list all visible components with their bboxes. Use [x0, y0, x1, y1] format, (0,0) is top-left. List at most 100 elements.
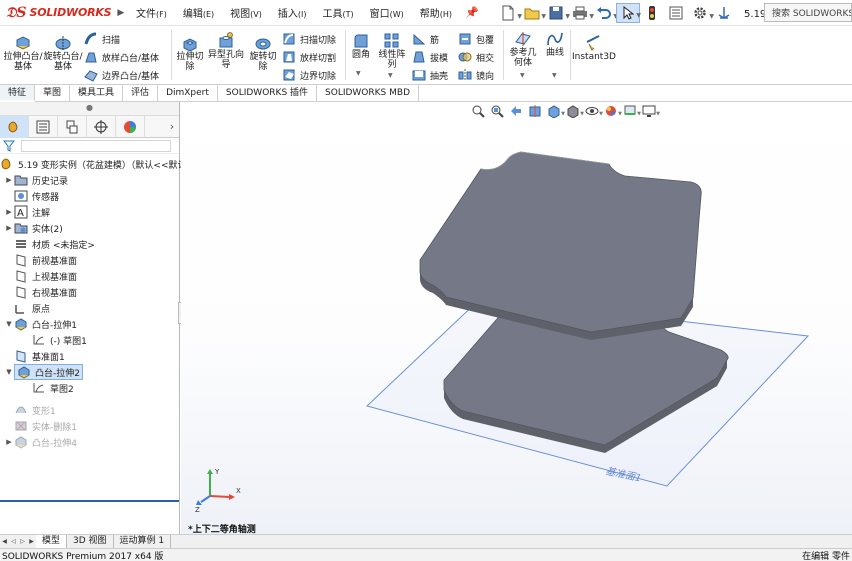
- tab-mbd[interactable]: SOLIDWORKS MBD: [317, 85, 419, 102]
- expand-arrow-icon[interactable]: ▶: [4, 224, 14, 232]
- tree-item-annotations[interactable]: ▶ A 注解: [0, 204, 179, 220]
- zoom-to-area-icon[interactable]: [488, 103, 505, 119]
- tab-features[interactable]: 特征: [0, 85, 36, 102]
- fillet-dropdown-icon[interactable]: ▼: [356, 70, 361, 77]
- previous-view-icon[interactable]: [507, 103, 524, 119]
- graphics-area[interactable]: 基准面1 ▼ ▼ ▼ ▼ ▼ ▼ Y X Z *上下二等角轴测: [181, 102, 852, 534]
- tree-item-right-plane[interactable]: 右视基准面: [0, 284, 179, 300]
- mirror-button[interactable]: 镜向: [458, 66, 494, 84]
- traffic-light-icon[interactable]: [640, 3, 664, 23]
- expand-arrow-icon[interactable]: ▼: [4, 320, 14, 328]
- options-gear-icon[interactable]: ▼: [688, 3, 714, 23]
- linear-pattern-button[interactable]: 线性阵列: [376, 32, 408, 70]
- menu-help[interactable]: 帮助(H): [412, 5, 460, 20]
- anchor-icon[interactable]: [712, 3, 736, 23]
- prev-tab-arrow-icon[interactable]: ◁: [9, 538, 18, 545]
- revolve-boss-button[interactable]: 旋转凸台/基体: [43, 34, 83, 72]
- menu-edit[interactable]: 编辑(E): [175, 5, 222, 20]
- shell-button[interactable]: 抽壳: [412, 66, 448, 84]
- pin-menu-icon[interactable]: 📌: [464, 6, 480, 19]
- view-orientation-icon[interactable]: ▼: [545, 103, 565, 119]
- view-settings-icon[interactable]: ▼: [640, 103, 660, 119]
- feature-manager-tab[interactable]: [0, 116, 29, 138]
- pattern-dropdown-icon[interactable]: ▼: [388, 72, 393, 79]
- menu-view[interactable]: 视图(V): [222, 5, 270, 20]
- next-tab-arrow-icon[interactable]: ▷: [18, 538, 27, 545]
- tree-item-material[interactable]: 材质 <未指定>: [0, 236, 179, 252]
- tree-item-origin[interactable]: 原点: [0, 300, 179, 316]
- tree-item-boss-extrude2[interactable]: ▼ 凸台-拉伸2: [0, 364, 179, 380]
- rib-button[interactable]: 筋: [412, 30, 439, 48]
- section-view-icon[interactable]: [526, 103, 543, 119]
- tree-item-sketch2[interactable]: 草图2: [0, 380, 179, 396]
- draft-button[interactable]: 拔模: [412, 48, 448, 66]
- tab-evaluate[interactable]: 评估: [123, 85, 159, 102]
- new-document-icon[interactable]: ▼: [496, 3, 522, 23]
- menu-insert[interactable]: 插入(I): [270, 5, 315, 20]
- tab-motion-study[interactable]: 运动算例 1: [114, 534, 172, 549]
- tab-addins[interactable]: SOLIDWORKS 插件: [218, 85, 318, 102]
- loft-button[interactable]: 放样凸台/基体: [84, 48, 159, 66]
- expand-arrow-icon[interactable]: ▶: [4, 176, 14, 184]
- menu-file[interactable]: 文件(F): [128, 5, 175, 20]
- configuration-manager-tab[interactable]: [58, 116, 87, 138]
- expand-arrow-icon[interactable]: ▶: [4, 438, 14, 446]
- tab-dimxpert[interactable]: DimXpert: [158, 85, 218, 102]
- menu-tools[interactable]: 工具(T): [314, 5, 361, 20]
- edit-appearance-icon[interactable]: ▼: [602, 103, 622, 119]
- tab-sketch[interactable]: 草图: [35, 85, 71, 102]
- hole-wizard-button[interactable]: 异型孔向导: [208, 32, 244, 70]
- rollback-bar[interactable]: [0, 500, 179, 502]
- display-style-icon[interactable]: ▼: [564, 103, 584, 119]
- tree-item-solid-bodies[interactable]: ▶ 实体(2): [0, 220, 179, 236]
- tree-root-part[interactable]: 5.19 变形实例（花盆建模）（默认<<默认: [0, 156, 186, 172]
- filter-input[interactable]: [21, 139, 171, 152]
- tree-item-boss-extrude1[interactable]: ▼ 凸台-拉伸1: [0, 316, 179, 332]
- file-properties-icon[interactable]: [664, 3, 688, 23]
- curves-button[interactable]: 曲线: [542, 30, 568, 58]
- fillet-button[interactable]: 圆角: [348, 32, 374, 60]
- swept-cut-button[interactable]: 扫描切除: [282, 30, 336, 48]
- tree-item-history[interactable]: ▶ 历史记录: [0, 172, 179, 188]
- reference-geometry-button[interactable]: 参考几何体: [506, 30, 540, 68]
- apply-scene-icon[interactable]: ▼: [621, 103, 641, 119]
- boundary-boss-button[interactable]: 边界凸台/基体: [84, 66, 159, 84]
- property-manager-tab[interactable]: [29, 116, 58, 138]
- tree-item-delete-body1[interactable]: 实体-删除1: [0, 418, 179, 434]
- lofted-cut-button[interactable]: 放样切割: [282, 48, 336, 66]
- boundary-cut-button[interactable]: 边界切除: [282, 66, 336, 84]
- extrude-cut-button[interactable]: 拉伸切除: [173, 34, 207, 72]
- refgeom-dropdown-icon[interactable]: ▼: [520, 72, 525, 79]
- extrude-boss-button[interactable]: 拉伸凸台/基体: [3, 34, 43, 72]
- expand-arrow-icon[interactable]: ▶: [4, 208, 14, 216]
- tree-item-sketch1[interactable]: (-) 草图1: [0, 332, 179, 348]
- tree-item-plane1[interactable]: 基准面1: [0, 348, 179, 364]
- instant3d-button[interactable]: Instant3D: [572, 34, 616, 62]
- undo-icon[interactable]: ▼: [592, 3, 618, 23]
- dimxpert-manager-tab[interactable]: [87, 116, 116, 138]
- tab-mold-tools[interactable]: 模具工具: [70, 85, 124, 102]
- print-icon[interactable]: ▼: [568, 3, 594, 23]
- tree-item-boss-extrude4[interactable]: ▶ 凸台-拉伸4: [0, 434, 179, 450]
- tree-item-front-plane[interactable]: 前视基准面: [0, 252, 179, 268]
- tree-item-sensors[interactable]: 传感器: [0, 188, 179, 204]
- curves-dropdown-icon[interactable]: ▼: [552, 72, 557, 79]
- solidworks-logo[interactable]: 𝔇S SOLIDWORKS ▶: [0, 0, 128, 26]
- intersect-button[interactable]: 相交: [458, 48, 494, 66]
- sweep-button[interactable]: 扫描: [84, 30, 120, 48]
- save-icon[interactable]: ▼: [544, 3, 570, 23]
- wrap-button[interactable]: 包覆: [458, 30, 494, 48]
- hide-show-items-icon[interactable]: ▼: [583, 103, 603, 119]
- open-folder-icon[interactable]: ▼: [520, 3, 546, 23]
- tree-item-deform1[interactable]: 变形1: [0, 402, 179, 418]
- menu-window[interactable]: 窗口(W): [362, 5, 412, 20]
- tree-filter[interactable]: [0, 138, 179, 154]
- panel-expand-arrow-icon[interactable]: ›: [165, 116, 179, 137]
- select-arrow-icon[interactable]: ▼: [616, 2, 641, 23]
- zoom-to-fit-icon[interactable]: [469, 103, 486, 119]
- tab-3d-views[interactable]: 3D 视图: [67, 534, 114, 549]
- panel-handle[interactable]: ●: [0, 102, 179, 116]
- tree-item-top-plane[interactable]: 上视基准面: [0, 268, 179, 284]
- display-manager-tab[interactable]: [116, 116, 145, 138]
- expand-arrow-icon[interactable]: ▼: [4, 368, 14, 376]
